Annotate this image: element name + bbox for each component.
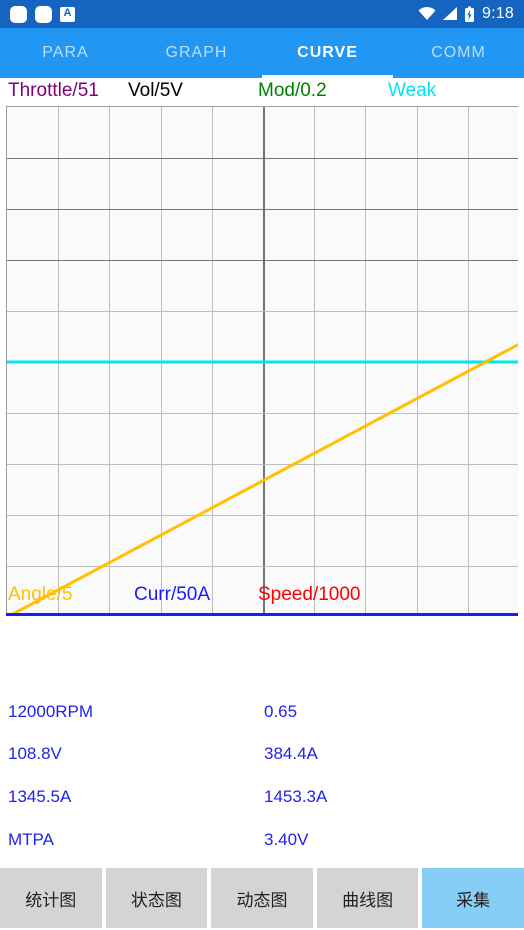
tab-comm[interactable]: COMM [393,28,524,78]
input-method-a-icon: A [60,6,75,22]
signal-icon [443,7,458,20]
readout-current-bus: 384.4A [264,744,318,763]
status-bar-left-icons: A [10,5,75,23]
readout-speed: 12000RPM [8,702,94,721]
chart-legend-bottom: Angle/5 Curr/50A Speed/1000 [0,584,524,610]
wifi-icon [418,6,436,20]
tab-comm-label: COMM [431,44,486,61]
status-chart-label: 状态图 [130,890,182,911]
status-bar-clock: 9:18 [482,5,514,22]
tab-curve-label: CURVE [297,44,358,61]
status-bar: A 9:18 [0,0,524,28]
tab-para[interactable]: PARA [0,28,131,78]
collect-button[interactable]: 采集 [422,868,524,928]
legend-item-vol: Vol/5V [128,80,183,101]
tab-bar: PARA GRAPH CURVE COMM [0,28,524,78]
legend-item-throttle: Throttle/51 [8,80,99,101]
legend-item-weak: Weak [388,80,437,101]
statistics-chart-button[interactable]: 统计图 [0,868,102,928]
chart-series-layer [7,342,518,616]
chart-x-axis-line [6,613,518,616]
chart-legend-top: Throttle/51 Vol/5V Mod/0.2 Weak [0,80,524,106]
legend-item-speed: Speed/1000 [258,584,361,605]
curve-chart-button[interactable]: 曲线图 [316,868,419,928]
tab-graph-label: GRAPH [165,44,228,61]
readout-current-peak: 1453.3A [264,787,328,806]
readout-voltage: 108.8V [8,744,62,763]
tab-graph[interactable]: GRAPH [131,28,262,78]
readout-throttle-volt: 3.40V [264,830,309,849]
dynamic-chart-label: 动态图 [236,890,288,911]
readout-panel: 12000RPM 0.65 108.8V 384.4A 1345.5A 1453… [0,690,524,860]
tab-para-label: PARA [42,44,89,61]
dynamic-chart-button[interactable]: 动态图 [211,868,313,928]
notification-square-icon [35,5,52,23]
tab-curve[interactable]: CURVE [262,28,393,78]
readout-current-phase: 1345.5A [8,787,72,806]
readout-modulation: 0.65 [264,702,298,721]
chart-plot-area [6,106,518,616]
curve-chart-label: 曲线图 [342,890,394,911]
legend-item-mod: Mod/0.2 [258,80,327,101]
legend-item-curr: Curr/50A [134,584,211,605]
collect-label: 采集 [456,890,491,911]
bottom-button-bar: 统计图 状态图 动态图 曲线图 采集 [0,866,524,930]
legend-item-angle: Angle/5 [8,584,73,605]
status-bar-right-icons: 9:18 [417,5,514,23]
curve-chart: Throttle/51 Vol/5V Mod/0.2 Weak Angle/5 … [0,78,524,618]
battery-icon [465,6,475,22]
readout-control-mode: MTPA [8,830,54,849]
statistics-chart-label: 统计图 [25,890,77,911]
status-chart-button[interactable]: 状态图 [105,868,208,928]
chart-series-angle-5 [11,342,518,616]
notification-square-icon [10,5,27,23]
